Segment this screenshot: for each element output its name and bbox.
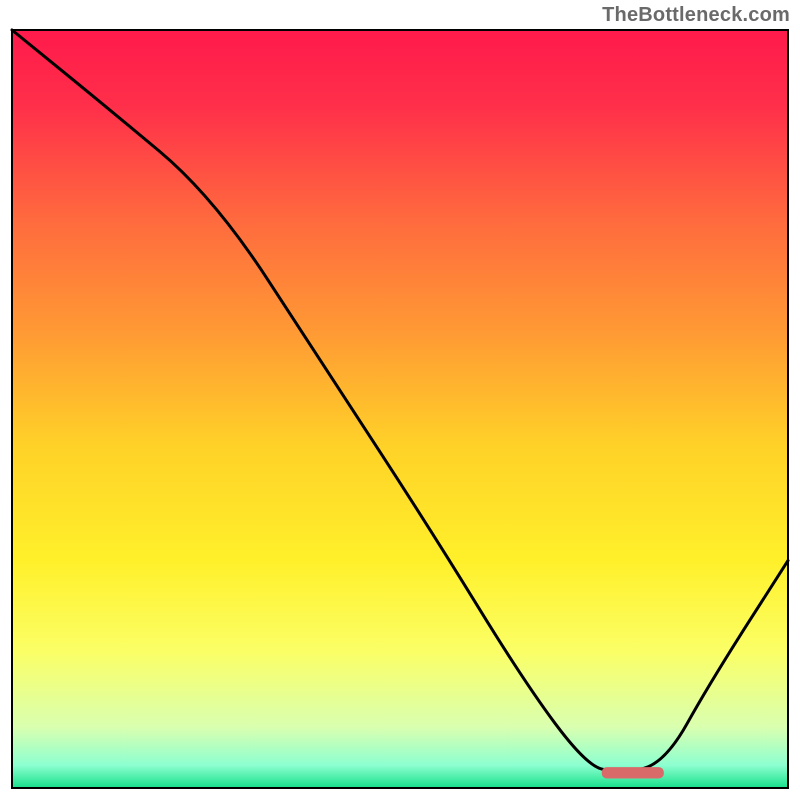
chart-container: TheBottleneck.com	[0, 0, 800, 800]
watermark-text: TheBottleneck.com	[602, 4, 790, 27]
bottleneck-chart	[0, 0, 800, 800]
plot-background	[12, 30, 788, 788]
optimal-range-marker	[602, 767, 664, 778]
